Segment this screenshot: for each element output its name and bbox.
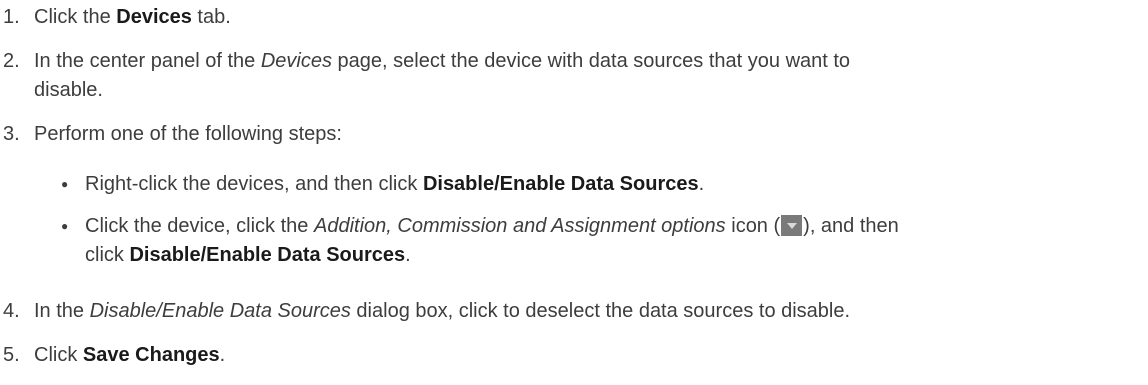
step-text-post: . xyxy=(219,344,226,366)
step-text-pre: Click xyxy=(34,344,83,366)
bullet-icon: ● xyxy=(61,177,69,191)
option-text-line2: click Disable/Enable Data Sources. xyxy=(85,241,1145,270)
option-text-after-icon: ), and then xyxy=(803,215,899,237)
bullet-icon: ● xyxy=(61,219,69,233)
dialog-ref: Disable/Enable Data Sources xyxy=(89,300,351,322)
devices-page-ref: Devices xyxy=(260,50,332,72)
option-text: Click the device, click the Addition, Co… xyxy=(85,212,1145,241)
step-text-pre: In the center panel of the xyxy=(34,50,261,72)
step-number: 1. xyxy=(3,6,20,28)
step-text-pre: Click the xyxy=(34,6,117,28)
step-2: 2. In the center panel of the Devices pa… xyxy=(0,47,1140,105)
option-text: Right-click the devices, and then click … xyxy=(85,170,1145,199)
option-line2-post: . xyxy=(405,244,411,266)
disable-enable-menu-ref: Disable/Enable Data Sources xyxy=(422,173,699,195)
options-icon-ref: Addition, Commission and Assignment opti… xyxy=(313,215,726,237)
save-changes-ref: Save Changes xyxy=(82,344,220,366)
step-text-post: tab. xyxy=(191,6,231,28)
devices-tab-ref: Devices xyxy=(116,6,192,28)
step-number: 3. xyxy=(3,123,20,145)
step-3-option-2: ● Click the device, click the Addition, … xyxy=(0,212,1140,270)
step-text: In the Disable/Enable Data Sources dialo… xyxy=(34,297,1134,326)
step-text: Perform one of the following steps: xyxy=(34,123,342,145)
step-text: In the center panel of the Devices page,… xyxy=(34,47,1134,76)
step-text: Click Save Changes. xyxy=(34,341,1134,370)
step-text-post: dialog box, click to deselect the data s… xyxy=(350,300,851,322)
step-number: 5. xyxy=(3,344,20,366)
step-number: 4. xyxy=(3,300,20,322)
step-text-post: page, select the device with data source… xyxy=(331,50,851,72)
step-number: 2. xyxy=(3,50,20,72)
option-text-pre: Right-click the devices, and then click xyxy=(85,173,423,195)
dropdown-arrow-icon xyxy=(781,215,803,236)
disable-enable-menu-ref: Disable/Enable Data Sources xyxy=(129,244,406,266)
step-text-pre: In the xyxy=(34,300,90,322)
option-text-pre: Click the device, click the xyxy=(85,215,314,237)
option-text-post: . xyxy=(698,173,705,195)
procedure-document: 1. Click the Devices tab. 2. In the cent… xyxy=(0,0,1148,385)
step-text: Click the Devices tab. xyxy=(34,3,1134,32)
option-line2-pre: click xyxy=(85,244,130,266)
step-text-line2: disable. xyxy=(34,79,103,101)
option-text-mid: icon ( xyxy=(725,215,781,237)
